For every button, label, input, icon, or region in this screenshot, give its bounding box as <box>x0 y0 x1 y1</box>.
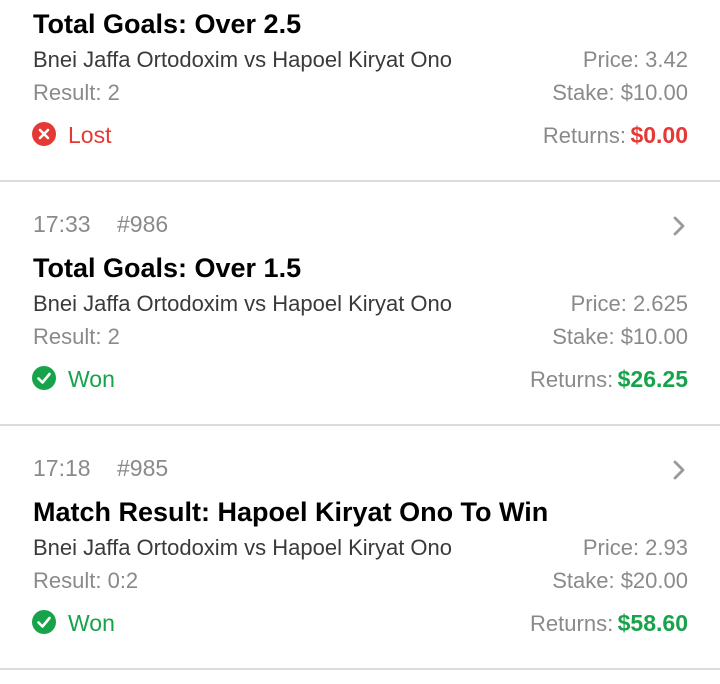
bet-time: 17:33 <box>33 211 91 237</box>
bet-card[interactable]: 17:18 #985 Match Result: Hapoel Kiryat O… <box>0 426 720 668</box>
check-circle-icon <box>32 366 56 390</box>
returns-value: $58.60 <box>617 610 688 636</box>
bet-price: Price: 2.93 <box>582 535 688 560</box>
bet-price: Price: 2.625 <box>570 291 688 316</box>
bet-match: Bnei Jaffa Ortodoxim vs Hapoel Kiryat On… <box>33 535 453 560</box>
bet-stake: Stake: $10.00 <box>552 324 688 349</box>
bet-status: Lost <box>68 122 112 148</box>
bet-result: Result: 2 <box>33 80 120 105</box>
returns-label: Returns: <box>530 611 614 636</box>
bet-time: 17:18 <box>33 455 91 481</box>
bet-market: Total Goals: Over 1.5 <box>33 253 302 283</box>
returns-label: Returns: <box>530 367 614 392</box>
x-circle-icon <box>32 122 56 146</box>
bet-card[interactable]: 17:33 #986 Total Goals: Over 1.5 Bnei Ja… <box>0 182 720 424</box>
bet-history-list: Total Goals: Over 2.5 Bnei Jaffa Ortodox… <box>0 0 720 684</box>
bet-status: Won <box>68 366 115 392</box>
bet-id: #986 <box>117 211 169 237</box>
bet-status: Won <box>68 610 115 636</box>
bet-match: Bnei Jaffa Ortodoxim vs Hapoel Kiryat On… <box>33 291 453 316</box>
bet-stake: Stake: $20.00 <box>552 568 688 593</box>
bet-price: Price: 3.42 <box>582 47 688 72</box>
bet-returns: Returns: $26.25 <box>530 366 688 393</box>
returns-label: Returns: <box>542 123 626 148</box>
bet-returns: Returns: $58.60 <box>530 610 688 637</box>
bet-result: Result: 0:2 <box>33 568 139 593</box>
bet-stake: Stake: $10.00 <box>552 80 688 105</box>
returns-value: $0.00 <box>630 122 688 148</box>
bet-returns: Returns: $0.00 <box>543 122 688 149</box>
bet-market: Match Result: Hapoel Kiryat Ono To Win <box>33 497 549 527</box>
bet-card[interactable]: Total Goals: Over 2.5 Bnei Jaffa Ortodox… <box>0 0 720 181</box>
bet-match: Bnei Jaffa Ortodoxim vs Hapoel Kiryat On… <box>33 47 453 72</box>
chevron-right-icon[interactable] <box>670 214 688 238</box>
bet-result: Result: 2 <box>33 324 120 349</box>
bet-market: Total Goals: Over 2.5 <box>33 9 302 39</box>
check-circle-icon <box>32 610 56 634</box>
returns-value: $26.25 <box>617 366 688 392</box>
divider <box>0 668 720 670</box>
chevron-right-icon[interactable] <box>670 458 688 482</box>
bet-id: #985 <box>117 455 169 481</box>
